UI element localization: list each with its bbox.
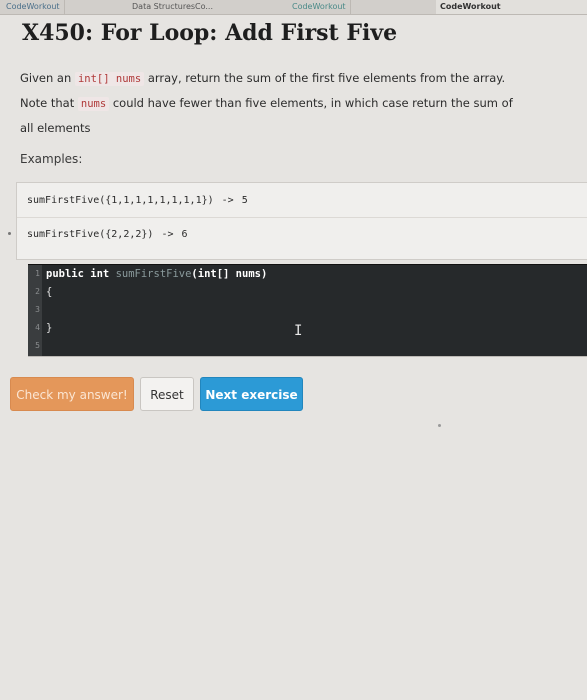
code-line-2[interactable]: {: [46, 286, 52, 298]
text-cursor-icon: I: [294, 323, 303, 339]
line-number: 4: [35, 323, 40, 332]
examples-box: sumFirstFive({1,1,1,1,1,1,1,1}) -> 5 sumFi…: [16, 182, 587, 260]
line-number: 3: [35, 305, 40, 314]
example-result: 6: [181, 229, 188, 240]
reset-button[interactable]: Reset: [140, 377, 194, 411]
example-arrow: ->: [161, 229, 174, 240]
check-answer-button[interactable]: Check my answer!: [10, 377, 134, 411]
code-line-1[interactable]: public int sumFirstFive(int[] nums): [46, 268, 267, 280]
next-exercise-button[interactable]: Next exercise: [200, 377, 303, 411]
example-row: sumFirstFive({2,2,2}) -> 6: [27, 229, 188, 240]
exercise-description: Given an int[] nums array, return the su…: [20, 66, 586, 140]
browser-tab-codeworkout-1[interactable]: CodeWorkout: [2, 0, 65, 14]
browser-tab-bar: CodeWorkout Data StructuresCo... CodeWor…: [0, 0, 587, 15]
example-call: sumFirstFive({1,1,1,1,1,1,1,1}): [27, 195, 214, 206]
description-text: Given an: [20, 71, 72, 85]
keyword-public: public: [46, 268, 84, 280]
code-editor[interactable]: 1 2 3 4 5 public int sumFirstFive(int[] …: [28, 264, 587, 357]
examples-heading: Examples:: [20, 152, 83, 166]
line-number: 5: [35, 341, 40, 350]
example-arrow: ->: [221, 195, 234, 206]
example-result: 5: [241, 195, 248, 206]
line-number: 2: [35, 287, 40, 296]
keyword-int: int: [90, 268, 110, 280]
editor-bottom-border: [28, 356, 587, 357]
description-text: all elements: [20, 121, 91, 135]
description-line-2: Note that nums could have fewer than fiv…: [20, 91, 586, 116]
inline-code-int-array: int[] nums: [74, 72, 145, 86]
line-number-gutter: 1 2 3 4 5: [28, 265, 42, 357]
description-text: array, return the sum of the first five …: [147, 71, 506, 85]
function-name: sumFirstFive: [115, 268, 192, 280]
browser-tab-codeworkout-active[interactable]: CodeWorkout: [436, 0, 587, 14]
example-row: sumFirstFive({1,1,1,1,1,1,1,1}) -> 5: [27, 195, 248, 206]
description-text: Note that: [20, 96, 75, 110]
decorative-dot: [438, 424, 441, 427]
description-line-3: all elements: [20, 116, 586, 140]
example-divider: [17, 217, 587, 218]
example-call: sumFirstFive({2,2,2}): [27, 229, 154, 240]
description-line-1: Given an int[] nums array, return the su…: [20, 66, 586, 91]
code-line-4[interactable]: }: [46, 322, 52, 334]
bullet-dot: [8, 232, 11, 235]
code-params: (int[] nums): [191, 268, 268, 280]
browser-tab-data-structures[interactable]: Data StructuresCo...: [128, 0, 217, 14]
exercise-title: X450: For Loop: Add First Five: [22, 20, 398, 46]
browser-tab-codeworkout-2[interactable]: CodeWorkout: [288, 0, 351, 14]
inline-code-nums: nums: [77, 97, 110, 111]
line-number: 1: [35, 269, 40, 278]
description-text: could have fewer than five elements, in …: [112, 96, 513, 110]
